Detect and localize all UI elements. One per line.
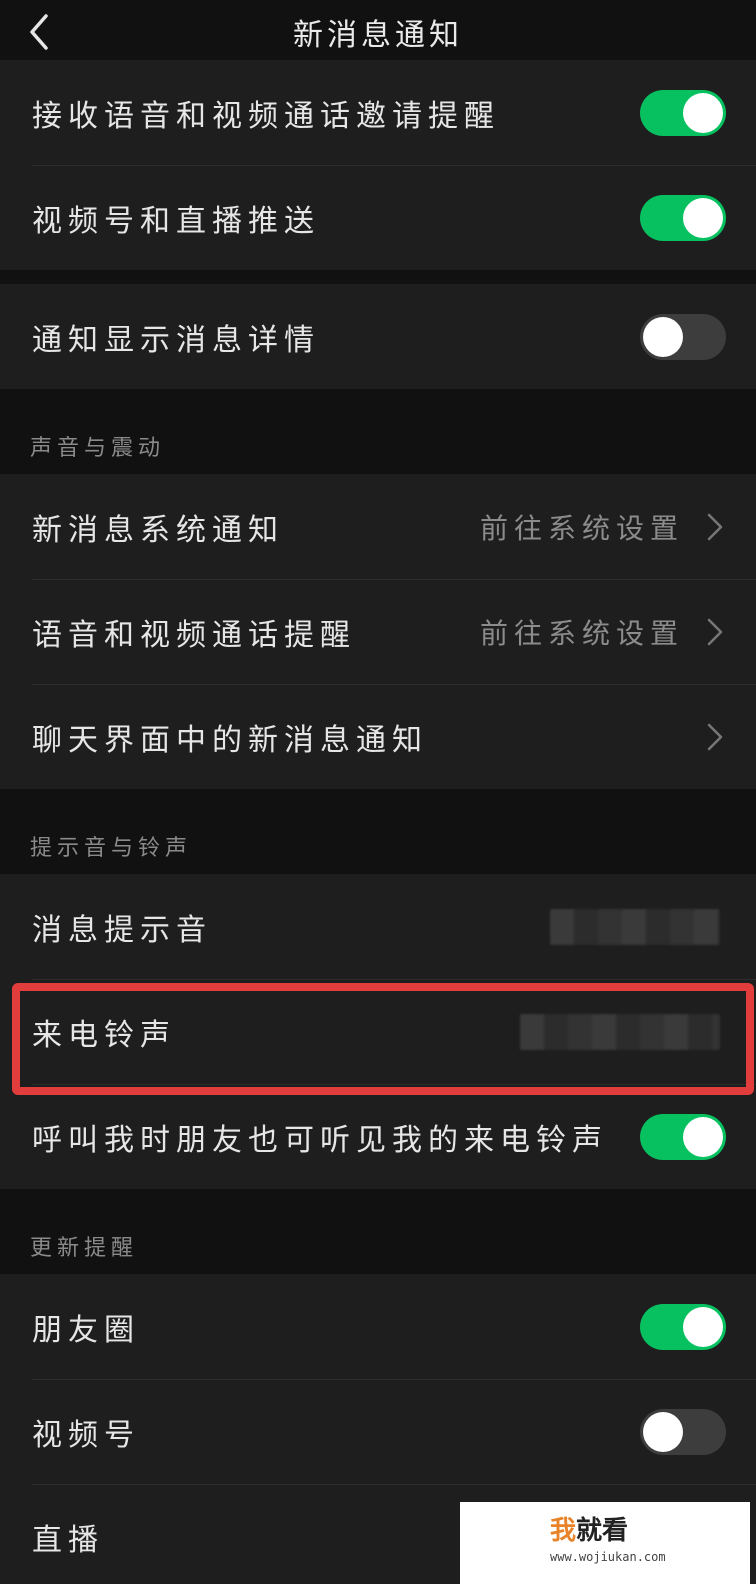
sidebar-item-call-reminder[interactable]: 语音和视频通话提醒 前往系统设置 (0, 579, 756, 684)
row-label: 视频号 (32, 1417, 140, 1453)
chevron-right-icon (706, 722, 724, 752)
sidebar-item-chat-notify[interactable]: 聊天界面中的新消息通知 (0, 684, 756, 789)
row-label: 朋友圈 (32, 1312, 140, 1348)
row-label: 接收语音和视频通话邀请提醒 (32, 98, 500, 134)
row-label: 视频号和直播推送 (32, 203, 320, 239)
row-label: 通知显示消息详情 (32, 322, 320, 358)
row-label: 聊天界面中的新消息通知 (32, 722, 428, 758)
detail-section: 通知显示消息详情 (0, 284, 756, 389)
watermark-domain: www.wojiukan.com (550, 1550, 666, 1564)
list-item: 接收语音和视频通话邀请提醒 (0, 60, 756, 165)
sidebar-item-system-notify[interactable]: 新消息系统通知 前往系统设置 (0, 474, 756, 579)
moments-toggle[interactable] (640, 1303, 726, 1350)
call-invite-toggle[interactable] (640, 89, 726, 136)
channels-live-push-toggle[interactable] (640, 194, 726, 241)
friends-hear-ringtone-toggle[interactable] (640, 1113, 726, 1160)
list-item: 视频号 (0, 1379, 756, 1484)
chevron-right-icon (706, 617, 724, 647)
message-tone-item[interactable]: 消息提示音 (0, 874, 756, 979)
sound-section: 新消息系统通知 前往系统设置 语音和视频通话提醒 前往系统设置 聊天界面中的新消… (0, 474, 756, 789)
row-label: 直播 (32, 1522, 104, 1558)
highlight-box (12, 983, 754, 1095)
call-push-section: 接收语音和视频通话邀请提醒 视频号和直播推送 (0, 60, 756, 270)
row-label: 新消息系统通知 (32, 512, 284, 548)
section-header-updates: 更新提醒 (30, 1236, 139, 1261)
row-value: 前往系统设置 (479, 616, 684, 650)
list-item: 呼叫我时朋友也可听见我的来电铃声 (0, 1084, 756, 1189)
list-item: 朋友圈 (0, 1274, 756, 1379)
watermark: 我就看 www.wojiukan.com (460, 1502, 750, 1584)
row-label: 消息提示音 (32, 912, 212, 948)
section-header-tones: 提示音与铃声 (30, 836, 193, 861)
chevron-right-icon (706, 512, 724, 542)
row-label: 语音和视频通话提醒 (32, 617, 356, 653)
list-item: 视频号和直播推送 (0, 165, 756, 270)
page-title: 新消息通知 (293, 18, 463, 53)
watermark-brand: 我就看 (550, 1516, 629, 1546)
row-value: 前往系统设置 (479, 511, 684, 545)
section-header-sound: 声音与震动 (30, 436, 166, 461)
show-detail-toggle[interactable] (640, 313, 726, 360)
obscured-value (550, 908, 720, 945)
channels-toggle[interactable] (640, 1408, 726, 1455)
list-item: 通知显示消息详情 (0, 284, 756, 389)
row-label: 呼叫我时朋友也可听见我的来电铃声 (32, 1122, 608, 1158)
